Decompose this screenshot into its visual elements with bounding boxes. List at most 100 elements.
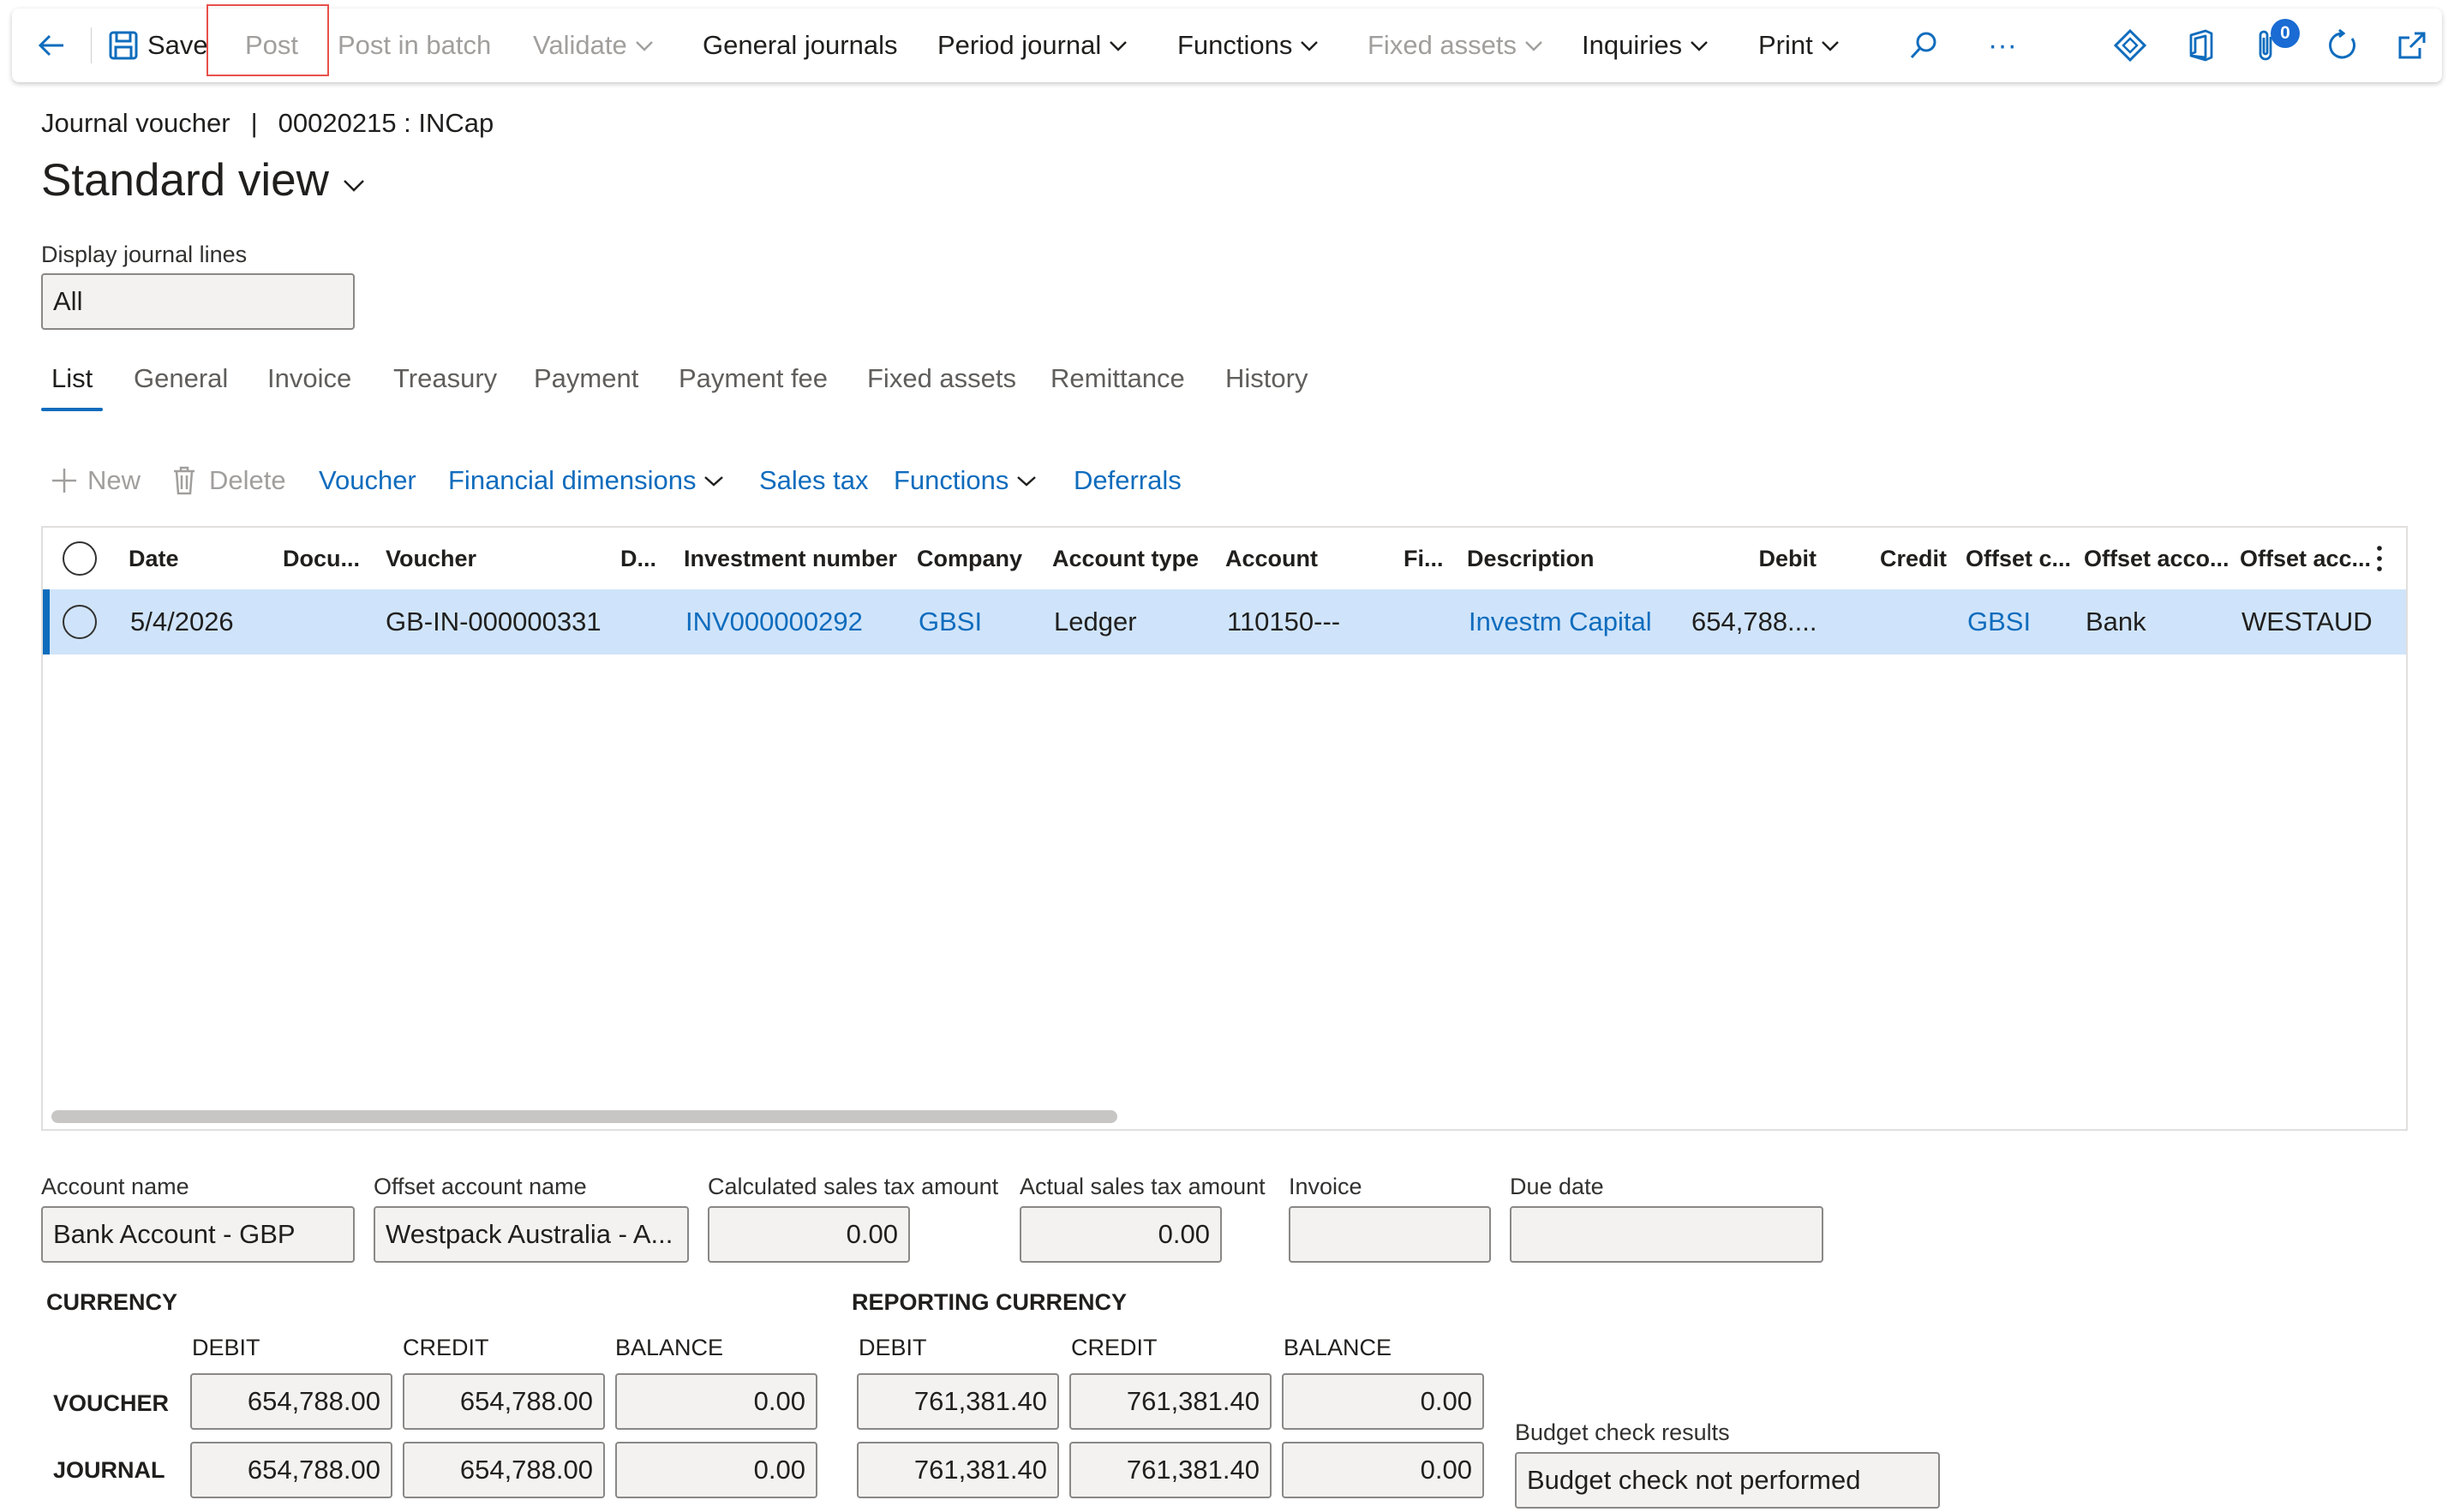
action-pane: Save Post Post in batch Validate General… — [12, 9, 2442, 82]
column-header-description[interactable]: Description — [1467, 528, 1595, 589]
tab-list[interactable]: List — [51, 363, 93, 394]
search-button[interactable] — [1907, 9, 1940, 82]
save-button[interactable]: Save — [108, 9, 208, 82]
period-journal-menu[interactable]: Period journal — [937, 9, 1128, 82]
functions-menu[interactable]: Functions — [1177, 9, 1320, 82]
journal-credit-field[interactable]: 654,788.00 — [403, 1442, 605, 1498]
reporting-voucher-balance-field[interactable]: 0.00 — [1282, 1373, 1484, 1430]
calculated-sales-tax-field[interactable]: 0.00 — [708, 1206, 910, 1263]
general-journals-button[interactable]: General journals — [703, 9, 897, 82]
new-line-button[interactable]: New — [50, 459, 141, 502]
row-select-checkbox[interactable] — [63, 605, 97, 639]
column-header-fi[interactable]: Fi... — [1404, 528, 1444, 589]
due-date-label: Due date — [1510, 1174, 1604, 1199]
column-header-d[interactable]: D... — [620, 528, 656, 589]
tab-general[interactable]: General — [134, 363, 228, 394]
post-in-batch-button[interactable]: Post in batch — [338, 9, 491, 82]
search-icon — [1910, 32, 1936, 59]
cell-offset-company[interactable]: GBSI — [1967, 589, 2031, 654]
sales-tax-label: Sales tax — [759, 465, 869, 495]
voucher-debit-field[interactable]: 654,788.00 — [190, 1373, 392, 1430]
reporting-credit-header: CREDIT — [1071, 1335, 1158, 1360]
cell-offset-account[interactable]: WESTAUD — [2242, 589, 2373, 654]
tab-fixed-assets[interactable]: Fixed assets — [867, 363, 1016, 394]
tab-treasury[interactable]: Treasury — [393, 363, 497, 394]
column-header-document[interactable]: Docu... — [283, 528, 360, 589]
display-lines-select[interactable]: All — [41, 273, 355, 330]
actual-sales-tax-field[interactable]: 0.00 — [1020, 1206, 1222, 1263]
cell-voucher[interactable]: GB-IN-000000331 — [386, 589, 602, 654]
cell-account-type[interactable]: Ledger — [1054, 589, 1137, 654]
offset-account-name-field[interactable]: Westpack Australia - A... — [374, 1206, 689, 1263]
save-icon — [109, 31, 138, 60]
journal-balance-field[interactable]: 0.00 — [615, 1442, 817, 1498]
chevron-down-icon — [1821, 41, 1839, 51]
grid-functions-menu[interactable]: Functions — [894, 459, 1038, 502]
financial-dimensions-menu[interactable]: Financial dimensions — [448, 459, 725, 502]
account-name-field[interactable]: Bank Account - GBP — [41, 1206, 355, 1263]
column-header-account-type[interactable]: Account type — [1052, 528, 1199, 589]
refresh-icon — [2329, 28, 2355, 59]
journal-debit-field[interactable]: 654,788.00 — [190, 1442, 392, 1498]
horizontal-scrollbar[interactable] — [51, 1110, 1117, 1123]
column-header-company[interactable]: Company — [917, 528, 1022, 589]
cell-offset-account-type[interactable]: Bank — [2086, 589, 2146, 654]
tab-remittance[interactable]: Remittance — [1050, 363, 1185, 394]
reporting-journal-balance-field[interactable]: 0.00 — [1282, 1442, 1484, 1498]
period-journal-label: Period journal — [937, 30, 1102, 60]
vertical-ellipsis-icon — [2377, 546, 2382, 571]
validate-menu[interactable]: Validate — [533, 9, 655, 82]
cell-description[interactable]: Investm Capital — [1469, 589, 1652, 654]
open-new-window-button[interactable] — [2396, 9, 2428, 82]
column-header-offset-account[interactable]: Offset acc... — [2240, 528, 2371, 589]
reporting-voucher-debit-field[interactable]: 761,381.40 — [857, 1373, 1059, 1430]
voucher-balance-field[interactable]: 0.00 — [615, 1373, 817, 1430]
cell-debit[interactable]: 654,788.... — [1691, 589, 1817, 654]
deferrals-button[interactable]: Deferrals — [1074, 459, 1182, 502]
office-button[interactable] — [2187, 9, 2216, 82]
validate-label: Validate — [533, 30, 627, 60]
back-button[interactable] — [34, 9, 69, 82]
table-row[interactable]: 5/4/2026 GB-IN-000000331 INV000000292 GB… — [43, 589, 2406, 654]
column-header-voucher[interactable]: Voucher — [386, 528, 476, 589]
save-label: Save — [147, 30, 208, 60]
column-header-offset-company[interactable]: Offset c... — [1966, 528, 2071, 589]
sales-tax-button[interactable]: Sales tax — [759, 459, 869, 502]
budget-check-field[interactable]: Budget check not performed — [1515, 1452, 1940, 1509]
voucher-button[interactable]: Voucher — [319, 459, 416, 502]
column-header-debit[interactable]: Debit — [1671, 528, 1817, 589]
more-options-button[interactable]: ··· — [1988, 9, 2017, 82]
refresh-button[interactable] — [2325, 9, 2360, 82]
column-options-button[interactable] — [2375, 528, 2384, 589]
reporting-journal-credit-field[interactable]: 761,381.40 — [1069, 1442, 1272, 1498]
tab-invoice[interactable]: Invoice — [267, 363, 351, 394]
offset-account-name-label: Offset account name — [374, 1174, 587, 1199]
invoice-field[interactable] — [1289, 1206, 1491, 1263]
column-header-investment-number[interactable]: Investment number — [684, 528, 897, 589]
delete-line-button[interactable]: Delete — [171, 459, 286, 502]
column-header-credit[interactable]: Credit — [1880, 528, 1947, 589]
voucher-credit-field[interactable]: 654,788.00 — [403, 1373, 605, 1430]
account-name-label: Account name — [41, 1174, 189, 1199]
print-menu[interactable]: Print — [1758, 9, 1840, 82]
tab-history[interactable]: History — [1225, 363, 1308, 394]
actual-sales-tax-label: Actual sales tax amount — [1020, 1174, 1266, 1199]
column-header-account[interactable]: Account — [1225, 528, 1318, 589]
due-date-field[interactable] — [1510, 1206, 1823, 1263]
currency-credit-header: CREDIT — [403, 1335, 489, 1360]
tab-payment[interactable]: Payment — [534, 363, 638, 394]
cell-account[interactable]: 110150--- — [1227, 589, 1340, 654]
cell-investment-number[interactable]: INV000000292 — [685, 589, 863, 654]
inquiries-menu[interactable]: Inquiries — [1582, 9, 1709, 82]
reporting-journal-debit-field[interactable]: 761,381.40 — [857, 1442, 1059, 1498]
cell-company[interactable]: GBSI — [919, 589, 982, 654]
fixed-assets-menu[interactable]: Fixed assets — [1368, 9, 1544, 82]
cell-date[interactable]: 5/4/2026 — [130, 589, 234, 654]
select-all-checkbox[interactable] — [63, 541, 97, 576]
power-apps-button[interactable] — [2113, 9, 2147, 82]
view-selector[interactable]: Standard view — [41, 154, 367, 206]
reporting-voucher-credit-field[interactable]: 761,381.40 — [1069, 1373, 1272, 1430]
column-header-offset-account-type[interactable]: Offset acco... — [2084, 528, 2230, 589]
column-header-date[interactable]: Date — [129, 528, 179, 589]
tab-payment-fee[interactable]: Payment fee — [679, 363, 828, 394]
